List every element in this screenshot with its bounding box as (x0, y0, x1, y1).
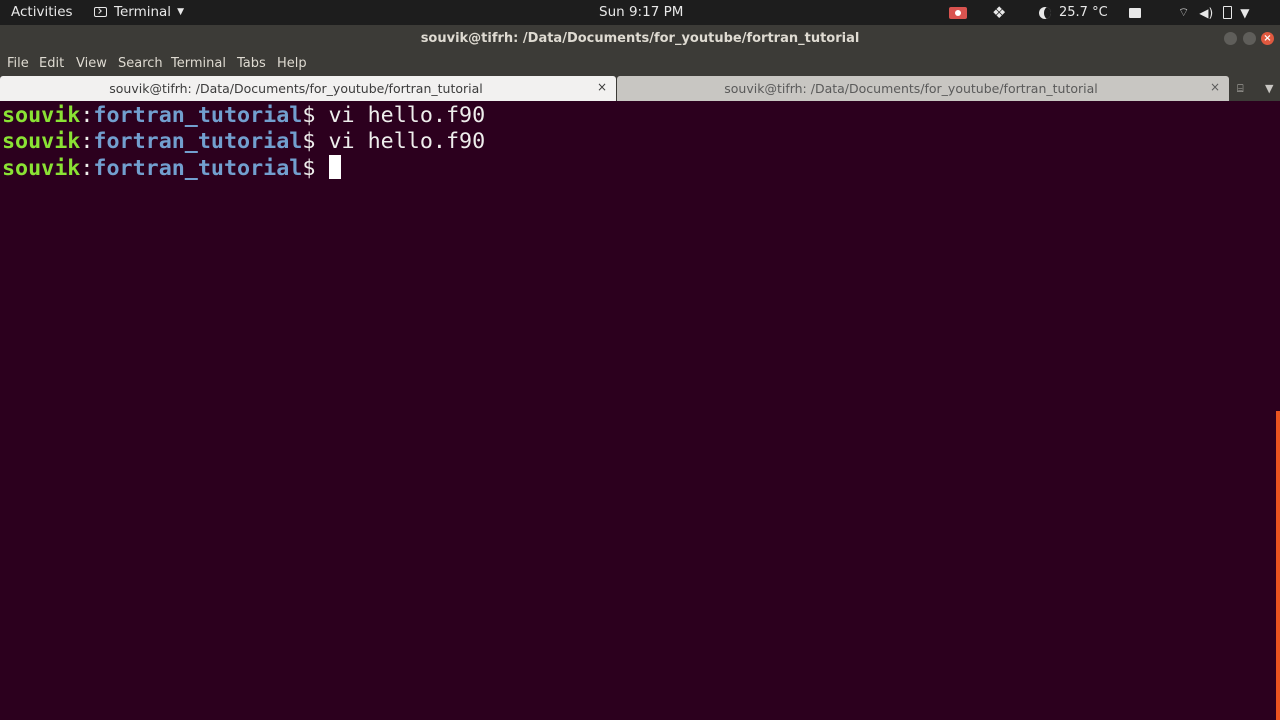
app-menu[interactable]: Terminal ▼ (94, 4, 184, 20)
menu-file[interactable]: File (7, 56, 29, 71)
system-menu[interactable]: ⌔ ◀) ▼ (1178, 0, 1259, 25)
prompt-path: fortran_tutorial (93, 103, 303, 128)
terminal-command: vi hello.f90 (328, 103, 486, 128)
chevron-down-icon: ▼ (177, 7, 184, 17)
terminal-line: souvik:fortran_tutorial$ (2, 155, 342, 182)
terminal-icon (94, 7, 107, 17)
menu-tabs[interactable]: Tabs (237, 56, 266, 71)
menu-edit[interactable]: Edit (39, 56, 64, 71)
clock[interactable]: Sun 9:17 PM (599, 4, 683, 20)
battery-icon (1223, 6, 1233, 19)
prompt-separator: : (80, 103, 94, 128)
record-icon (949, 6, 967, 19)
terminal-line: souvik:fortran_tutorial$ vi hello.f90 (2, 129, 485, 155)
window-titlebar[interactable]: souvik@tifrh: /Data/Documents/for_youtub… (0, 25, 1280, 52)
top-bar: Activities Terminal ▼ Sun 9:17 PM ❖ 25.7… (0, 0, 1280, 25)
weather-icon (1039, 6, 1051, 19)
terminal-scrollbar[interactable] (1276, 101, 1280, 720)
record-indicator[interactable] (949, 0, 967, 25)
wifi-icon: ⌔ (1178, 5, 1190, 19)
close-window-button[interactable]: × (1261, 32, 1274, 45)
terminal-command: vi hello.f90 (328, 129, 486, 154)
prompt-user: souvik (2, 103, 81, 128)
menu-view[interactable]: View (76, 56, 107, 71)
tab-label: souvik@tifrh: /Data/Documents/for_youtub… (109, 81, 483, 96)
prompt-symbol: $ (302, 129, 329, 154)
tab-terminal-1[interactable]: souvik@tifrh: /Data/Documents/for_youtub… (0, 76, 616, 101)
power-menu-icon: ▼ (1240, 5, 1250, 20)
menu-terminal[interactable]: Terminal (171, 56, 226, 71)
prompt-separator: : (80, 156, 94, 181)
volume-icon: ◀) (1199, 5, 1214, 20)
tab-bar: souvik@tifrh: /Data/Documents/for_youtub… (0, 76, 1280, 101)
menu-search[interactable]: Search (118, 56, 163, 71)
window-title: souvik@tifrh: /Data/Documents/for_youtub… (420, 31, 860, 46)
dropbox-icon: ❖ (992, 3, 1007, 22)
printer-indicator[interactable] (1129, 0, 1141, 25)
menu-bar: File Edit View Search Terminal Tabs Help (0, 52, 1280, 76)
menu-help[interactable]: Help (277, 56, 307, 71)
prompt-path: fortran_tutorial (93, 156, 303, 181)
tab-terminal-2[interactable]: souvik@tifrh: /Data/Documents/for_youtub… (617, 76, 1229, 101)
activities-button[interactable]: Activities (11, 4, 73, 20)
minimize-button[interactable] (1224, 32, 1237, 45)
scrollbar-thumb[interactable] (1276, 411, 1280, 720)
prompt-path: fortran_tutorial (93, 129, 303, 154)
close-tab-icon[interactable]: × (597, 80, 607, 94)
prompt-symbol: $ (302, 156, 329, 181)
prompt-user: souvik (2, 129, 81, 154)
text-cursor (329, 155, 342, 179)
app-menu-label: Terminal (114, 4, 172, 20)
terminal-output[interactable]: souvik:fortran_tutorial$ vi hello.f90 so… (0, 101, 1276, 720)
printer-icon (1129, 7, 1141, 18)
dropbox-indicator[interactable]: ❖ (992, 0, 1006, 25)
terminal-line: souvik:fortran_tutorial$ vi hello.f90 (2, 103, 485, 129)
prompt-symbol: $ (302, 103, 329, 128)
prompt-user: souvik (2, 156, 81, 181)
weather-indicator[interactable]: 25.7 °C (1039, 0, 1108, 25)
prompt-separator: : (80, 129, 94, 154)
maximize-button[interactable] (1243, 32, 1256, 45)
new-tab-icon[interactable]: ⌸ (1237, 82, 1244, 96)
close-tab-icon[interactable]: × (1210, 80, 1220, 94)
tab-tools: ⌸ ▼ (1237, 80, 1277, 98)
tab-menu-chevron-icon[interactable]: ▼ (1265, 82, 1273, 95)
tab-label: souvik@tifrh: /Data/Documents/for_youtub… (724, 81, 1098, 96)
temperature-label: 25.7 °C (1059, 5, 1108, 20)
